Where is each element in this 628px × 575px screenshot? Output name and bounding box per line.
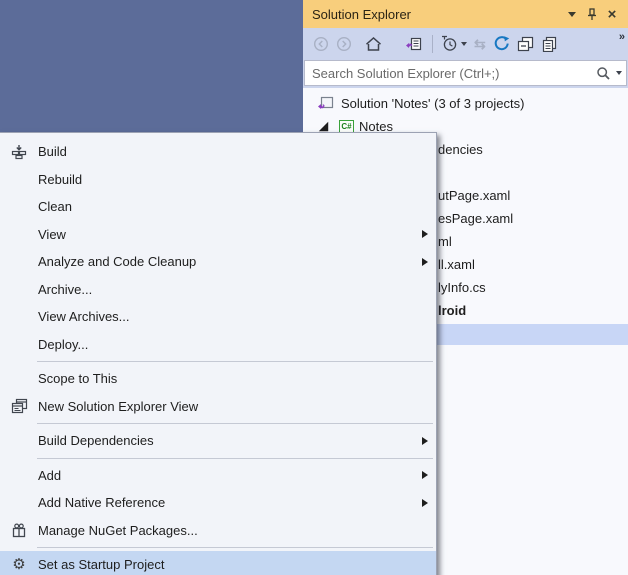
sync-with-active-document-icon <box>406 37 422 50</box>
solution-icon <box>318 96 334 109</box>
menu-item-view-archives[interactable]: View Archives... <box>0 303 436 331</box>
submenu-arrow-icon <box>422 436 428 445</box>
search-input[interactable] <box>312 65 596 81</box>
switch-views-button[interactable]: ⇆ <box>472 33 488 55</box>
pin-button[interactable] <box>582 4 602 24</box>
menu-item-archive[interactable]: Archive... <box>0 276 436 304</box>
chevron-down-icon <box>568 11 576 17</box>
solution-explorer-titlebar[interactable]: Solution Explorer × <box>303 0 628 28</box>
tree-row-appshell-xaml[interactable]: ll.xaml <box>438 254 475 276</box>
tree-row-android-project[interactable]: lroid <box>438 300 466 322</box>
timeline-filter-button[interactable] <box>438 33 469 55</box>
menu-item-build[interactable]: Build <box>0 138 436 166</box>
menu-item-analyze-and-code-cleanup[interactable]: Analyze and Code Cleanup <box>0 248 436 276</box>
menu-item-rebuild[interactable]: Rebuild <box>0 166 436 194</box>
solution-explorer-toolbar: ⇆ » <box>303 28 628 59</box>
sync-with-active-document-button[interactable] <box>403 33 424 55</box>
chevron-down-icon <box>461 41 467 46</box>
timeline-filter-icon <box>442 35 457 51</box>
overflow-chevron-icon: » <box>618 31 625 43</box>
menu-separator <box>37 457 433 459</box>
preview-selected-items-icon <box>542 36 556 52</box>
collapse-all-icon <box>517 36 533 51</box>
menu-item-set-as-startup-project[interactable]: ⚙ Set as Startup Project <box>0 551 436 575</box>
search-row <box>303 59 628 88</box>
submenu-arrow-icon <box>422 257 428 266</box>
menu-item-add-native-reference[interactable]: Add Native Reference <box>0 489 436 517</box>
submenu-arrow-icon <box>422 498 428 507</box>
menu-item-new-solution-explorer-view[interactable]: New Solution Explorer View <box>0 393 436 421</box>
menu-item-add[interactable]: Add <box>0 462 436 490</box>
new-solution-explorer-view-icon <box>11 399 27 414</box>
back-button[interactable] <box>311 33 331 55</box>
menu-item-clean[interactable]: Clean <box>0 193 436 221</box>
switch-views-icon: ⇆ <box>474 35 486 52</box>
back-icon <box>313 36 329 51</box>
forward-button[interactable] <box>334 33 354 55</box>
menu-separator <box>37 423 433 424</box>
menu-separator <box>37 361 433 362</box>
search-box[interactable] <box>304 60 627 86</box>
gear-icon: ⚙ <box>12 556 26 574</box>
build-icon <box>11 144 27 159</box>
menu-item-manage-nuget-packages[interactable]: Manage NuGet Packages... <box>0 517 436 545</box>
csharp-project-icon: C# <box>339 119 354 133</box>
menu-item-scope-to-this[interactable]: Scope to This <box>0 365 436 393</box>
tree-row-app-xaml[interactable]: ml <box>438 231 452 253</box>
panel-title: Solution Explorer <box>312 6 411 22</box>
close-button[interactable]: × <box>602 4 622 24</box>
expanded-node-icon[interactable] <box>318 121 329 132</box>
menu-separator <box>37 547 433 548</box>
submenu-arrow-icon <box>422 471 428 480</box>
preview-selected-items-button[interactable] <box>539 33 560 55</box>
menu-item-build-dependencies[interactable]: Build Dependencies <box>0 427 436 455</box>
pin-icon <box>588 8 596 20</box>
collapse-all-button[interactable] <box>515 33 536 55</box>
window-position-button[interactable] <box>562 4 582 24</box>
menu-item-view[interactable]: View <box>0 221 436 249</box>
search-icon[interactable] <box>596 66 611 81</box>
tree-row-aboutpage[interactable]: utPage.xaml <box>438 185 510 207</box>
refresh-button[interactable] <box>491 33 512 55</box>
visual-studio-screen: Solution Explorer × ⇆ » Search Solution … <box>0 0 628 575</box>
home-button[interactable] <box>363 33 384 55</box>
solution-label: Solution 'Notes' (3 of 3 projects) <box>341 95 525 111</box>
toolbar-separator <box>432 34 433 53</box>
project-context-menu: Build Rebuild Clean View Analyze and Cod… <box>0 132 437 575</box>
tree-row-dependencies[interactable]: dencies <box>438 139 483 161</box>
tree-row-assemblyinfo[interactable]: lyInfo.cs <box>438 277 486 299</box>
toolbar-overflow-button[interactable]: » <box>618 31 625 43</box>
chevron-down-icon[interactable] <box>616 71 622 75</box>
nuget-package-icon <box>12 523 26 538</box>
refresh-icon <box>494 36 509 51</box>
forward-icon <box>336 36 352 51</box>
tree-row-solution[interactable]: Solution 'Notes' (3 of 3 projects) <box>303 92 628 114</box>
tree-row-notespage[interactable]: esPage.xaml <box>438 208 513 230</box>
close-icon: × <box>607 5 617 23</box>
home-icon <box>366 36 381 51</box>
menu-item-deploy[interactable]: Deploy... <box>0 331 436 359</box>
submenu-arrow-icon <box>422 230 428 239</box>
